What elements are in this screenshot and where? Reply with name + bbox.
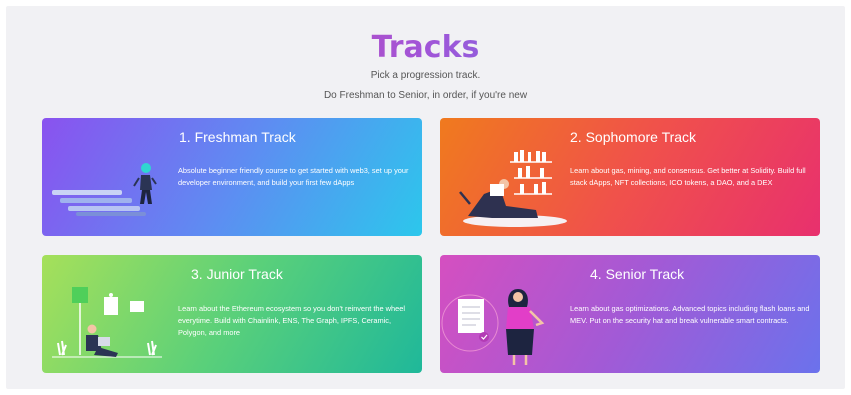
track-description: Absolute beginner friendly course to get… [178,166,409,187]
track-title: 3. Junior Track [191,266,283,282]
track-title: 4. Senior Track [590,266,685,282]
page-subtitle-hint: Do Freshman to Senior, in order, if you'… [323,90,528,101]
track-title: 1. Freshman Track [179,129,296,145]
person-reading-by-bookshelf-illustration [459,150,567,227]
person-sitting-with-laptop-illustration [52,287,162,358]
track-description: Learn about gas, mining, and consensus. … [570,166,806,187]
track-card-sophomore[interactable]: 2. Sophomore Track Learn about gas, mini… [440,118,820,236]
page-title: Tracks [6,30,845,66]
page-subtitle: Pick a progression track. [370,70,481,81]
track-description: Learn about the Ethereum ecosystem so yo… [178,304,405,337]
track-card-freshman[interactable]: 1. Freshman Track Absolute beginner frie… [42,118,422,236]
track-title: 2. Sophomore Track [570,129,697,145]
woman-with-checklist-illustration [441,289,545,365]
tracks-section: Tracks Pick a progression track. Do Fres… [6,6,845,389]
person-climbing-stairs-illustration [52,163,157,216]
track-card-junior[interactable]: 3. Junior Track Learn about the Ethereum… [42,255,422,373]
track-card-senior[interactable]: 4. Senior Track Learn about gas optimiza… [440,255,820,373]
track-description: Learn about gas optimizations. Advanced … [570,304,810,325]
